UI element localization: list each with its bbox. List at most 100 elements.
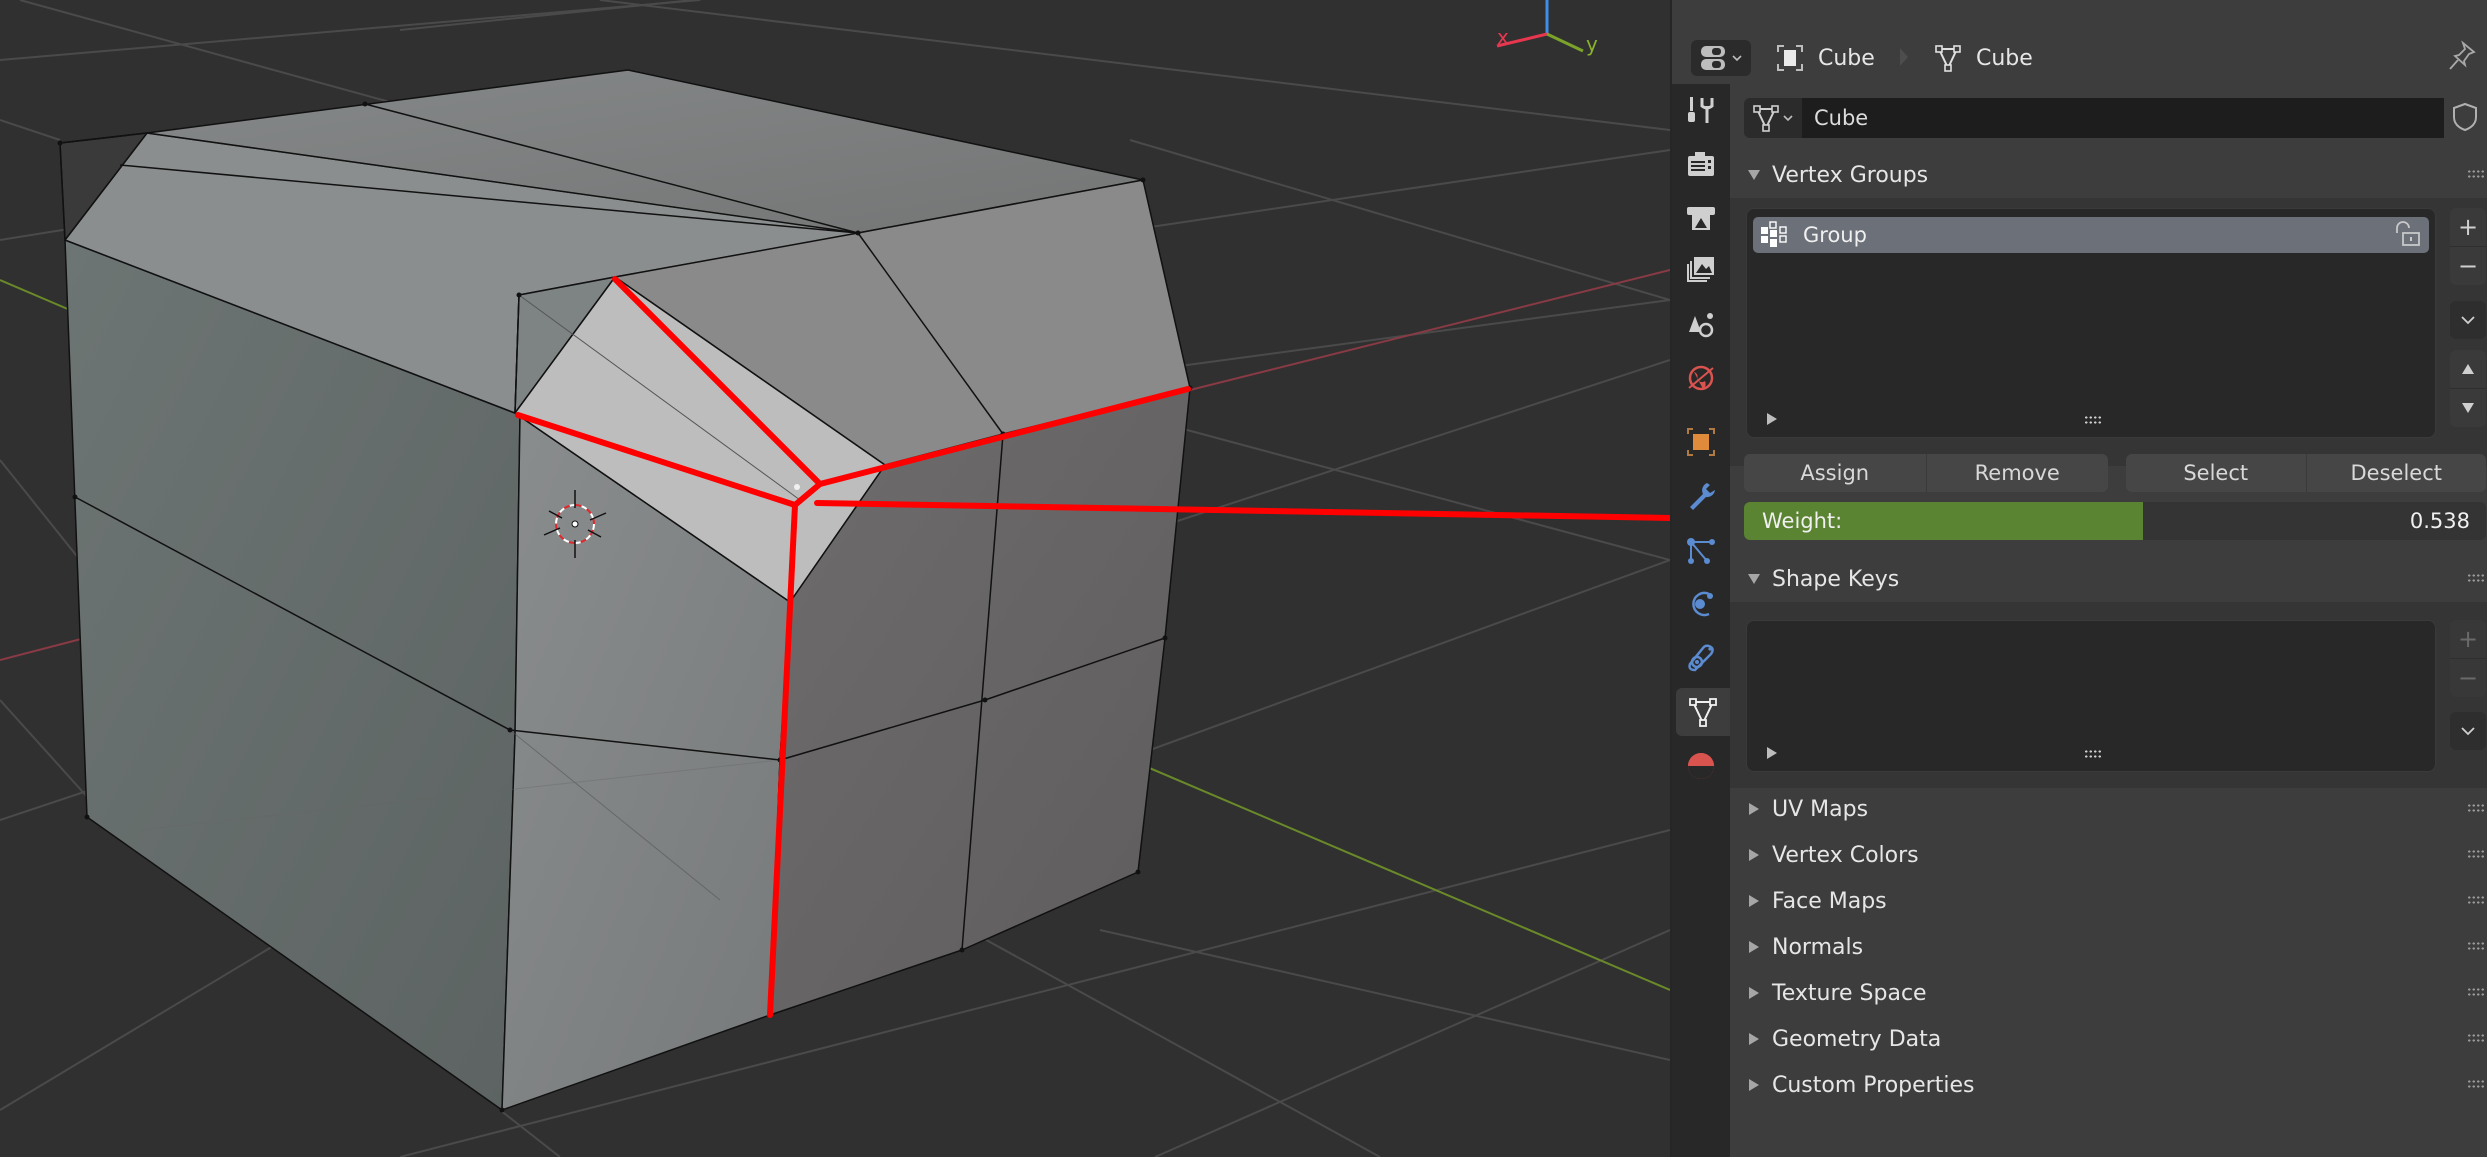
vertex-group-list[interactable]: Group bbox=[1746, 208, 2436, 438]
list-filter-expand-icon[interactable] bbox=[1767, 413, 1777, 425]
tab-view-layer[interactable] bbox=[1672, 246, 1730, 294]
breadcrumb-object[interactable]: Cube bbox=[1776, 40, 1875, 76]
shape-key-specials-menu[interactable] bbox=[2450, 712, 2486, 750]
panel-header-vertex-groups[interactable]: Vertex Groups bbox=[1730, 152, 2487, 198]
assign-button[interactable]: Assign bbox=[1744, 454, 1926, 492]
datablock-name-field[interactable]: Cube bbox=[1802, 98, 2444, 138]
tab-physics[interactable] bbox=[1672, 580, 1730, 628]
panel-body-shape-keys: + − bbox=[1730, 602, 2487, 788]
datablock-browse-button[interactable] bbox=[1744, 98, 1802, 138]
vertex-group-icon bbox=[1761, 221, 1787, 247]
collapse-triangle-icon bbox=[1748, 170, 1760, 180]
collapse-triangle-icon bbox=[1748, 574, 1760, 584]
tab-constraints[interactable] bbox=[1672, 634, 1730, 682]
panel-header-shape-keys[interactable]: Shape Keys bbox=[1730, 556, 2487, 602]
navigation-gizmo[interactable]: x y bbox=[1496, 0, 1598, 56]
drag-grip-icon[interactable] bbox=[2467, 803, 2485, 813]
mesh-data-icon bbox=[1753, 105, 1779, 132]
expand-triangle-icon bbox=[1749, 941, 1759, 953]
deselect-button[interactable]: Deselect bbox=[2305, 454, 2487, 492]
y-axis-line-left bbox=[0, 279, 71, 311]
list-move-buttons bbox=[2450, 350, 2486, 427]
tab-material[interactable] bbox=[1672, 742, 1730, 790]
weight-slider[interactable]: Weight: 0.538 bbox=[1744, 502, 2486, 540]
drag-grip-icon[interactable] bbox=[2467, 849, 2485, 859]
panel-header-uv-maps[interactable]: UV Maps bbox=[1730, 786, 2487, 832]
select-button[interactable]: Select bbox=[2126, 454, 2306, 492]
tab-tool[interactable] bbox=[1672, 86, 1730, 134]
tab-modifiers[interactable] bbox=[1672, 472, 1730, 520]
add-vertex-group-button[interactable]: + bbox=[2450, 208, 2486, 246]
mesh-data-icon bbox=[1935, 45, 1961, 72]
fake-user-button[interactable] bbox=[2452, 102, 2478, 136]
weight-label: Weight: bbox=[1762, 509, 1843, 533]
tab-object[interactable] bbox=[1672, 418, 1730, 466]
drag-grip-icon[interactable] bbox=[2467, 1033, 2485, 1043]
mesh-datablock-selector[interactable]: Cube bbox=[1744, 98, 2444, 138]
vertex-group-specials-menu[interactable] bbox=[2450, 301, 2486, 339]
tab-particles[interactable] bbox=[1672, 526, 1730, 574]
drag-grip-icon[interactable] bbox=[2467, 895, 2485, 905]
move-down-button[interactable] bbox=[2450, 389, 2486, 427]
world-icon bbox=[1688, 365, 1714, 391]
properties-header: Cube Cube bbox=[1672, 0, 2487, 84]
drag-grip-icon[interactable] bbox=[2467, 941, 2485, 951]
mesh-data-icon bbox=[1689, 698, 1717, 727]
breadcrumb-mesh[interactable]: Cube bbox=[1934, 40, 2033, 76]
triangle-up-icon bbox=[2462, 364, 2474, 374]
scene-icon bbox=[1689, 313, 1714, 338]
remove-shape-key-button[interactable]: − bbox=[2450, 659, 2486, 697]
list-resize-grip-icon[interactable] bbox=[2084, 749, 2102, 759]
pin-button[interactable] bbox=[2447, 40, 2477, 76]
panel-title: Custom Properties bbox=[1772, 1072, 1975, 1098]
editor-type-button[interactable] bbox=[1691, 40, 1751, 76]
tab-scene[interactable] bbox=[1672, 300, 1730, 348]
drag-grip-icon[interactable] bbox=[2467, 169, 2485, 179]
expand-triangle-icon bbox=[1749, 987, 1759, 999]
panel-header-vertex-colors[interactable]: Vertex Colors bbox=[1730, 832, 2487, 878]
chevron-down-icon bbox=[2461, 316, 2475, 325]
panel-title: Face Maps bbox=[1772, 888, 1887, 914]
list-resize-grip-icon[interactable] bbox=[2084, 415, 2102, 425]
panel-header-custom-properties[interactable]: Custom Properties bbox=[1730, 1062, 2487, 1108]
chevron-down-icon bbox=[2461, 727, 2475, 736]
move-up-button[interactable] bbox=[2450, 350, 2486, 388]
tab-output[interactable] bbox=[1672, 194, 1730, 242]
shape-key-list[interactable] bbox=[1746, 620, 2436, 772]
breadcrumb-separator bbox=[1900, 48, 1908, 66]
panel-header-texture-space[interactable]: Texture Space bbox=[1730, 970, 2487, 1016]
breadcrumb-object-label: Cube bbox=[1818, 45, 1875, 71]
weight-value[interactable]: 0.538 bbox=[2410, 502, 2470, 540]
remove-button[interactable]: Remove bbox=[1925, 454, 2109, 492]
viewport-canvas[interactable]: x y bbox=[0, 0, 1670, 1157]
drag-grip-icon[interactable] bbox=[2467, 573, 2485, 583]
expand-triangle-icon bbox=[1749, 803, 1759, 815]
constraint-icon bbox=[1688, 644, 1714, 672]
triangle-down-icon bbox=[2462, 403, 2474, 413]
drag-grip-icon[interactable] bbox=[2467, 1079, 2485, 1089]
tab-data[interactable] bbox=[1676, 688, 1730, 736]
panel-header-face-maps[interactable]: Face Maps bbox=[1730, 878, 2487, 924]
panel-body-vertex-groups: Group + − bbox=[1730, 198, 2487, 466]
panel-header-geometry-data[interactable]: Geometry Data bbox=[1730, 1016, 2487, 1062]
gizmo-y-label: y bbox=[1586, 32, 1598, 56]
object-icon bbox=[1687, 428, 1715, 456]
remove-vertex-group-button[interactable]: − bbox=[2450, 247, 2486, 285]
expand-triangle-icon bbox=[1749, 1079, 1759, 1091]
panel-title: Shape Keys bbox=[1772, 566, 1900, 592]
tab-world[interactable] bbox=[1672, 354, 1730, 402]
3d-viewport[interactable]: x y bbox=[0, 0, 1670, 1157]
properties-tabs bbox=[1672, 84, 1730, 1157]
mesh-cube bbox=[59, 69, 1191, 1111]
x-axis-line-right bbox=[1189, 269, 1670, 391]
drag-grip-icon[interactable] bbox=[2467, 987, 2485, 997]
panel-header-normals[interactable]: Normals bbox=[1730, 924, 2487, 970]
vertex-group-item[interactable]: Group bbox=[1753, 217, 2429, 253]
gizmo-x-label: x bbox=[1497, 25, 1509, 49]
tab-render[interactable] bbox=[1672, 140, 1730, 188]
unlock-icon[interactable] bbox=[2393, 221, 2423, 249]
list-add-remove-buttons: + − bbox=[2450, 208, 2486, 285]
list-filter-expand-icon[interactable] bbox=[1767, 747, 1777, 759]
material-icon bbox=[1688, 753, 1714, 779]
add-shape-key-button[interactable]: + bbox=[2450, 620, 2486, 658]
